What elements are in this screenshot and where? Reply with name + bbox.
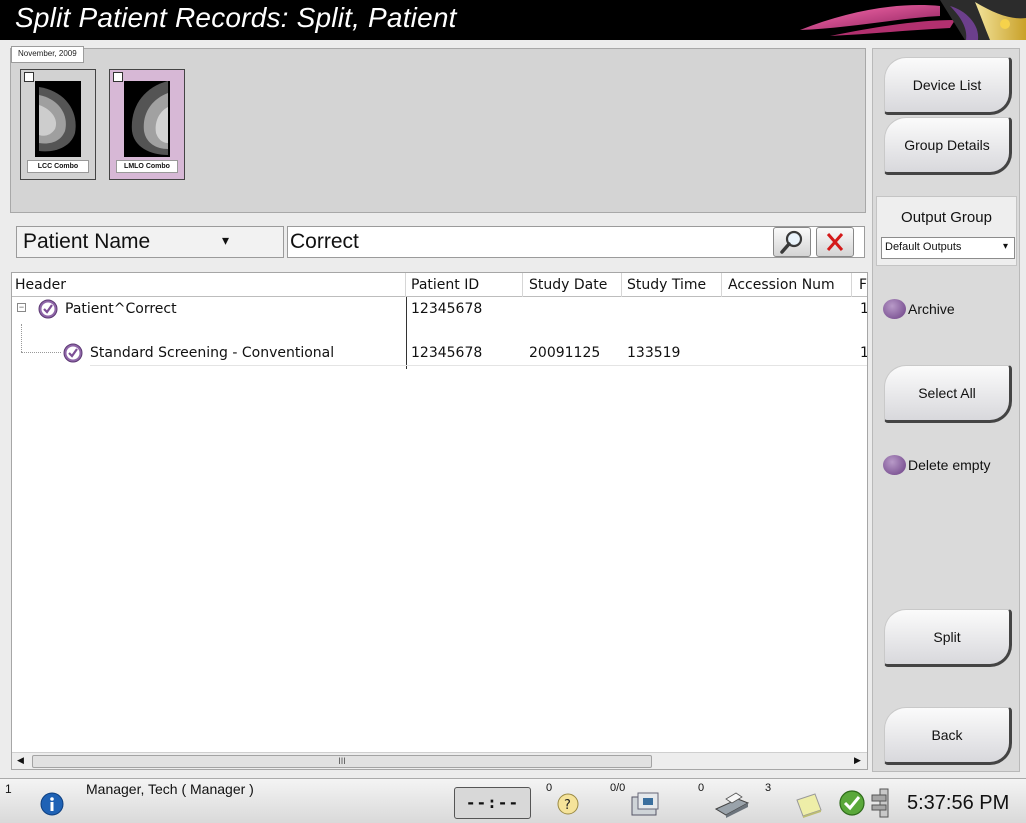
row-truncated: 1 <box>860 345 867 361</box>
gantry-icon[interactable] <box>868 787 898 819</box>
search-field-label: Patient Name <box>23 230 151 253</box>
search-row: Patient Name ▾ Correct <box>16 226 866 258</box>
split-button[interactable]: Split <box>884 609 1012 667</box>
system-status-ok-icon[interactable] <box>838 789 866 817</box>
thumbnail-checkbox[interactable] <box>24 72 34 82</box>
output-group-box: Output Group Default Outputs ▾ <box>876 196 1017 266</box>
thumbnail-caption: LCC Combo <box>27 160 89 173</box>
dropdown-arrow-icon: ▾ <box>222 232 230 248</box>
magnifier-icon <box>780 230 803 254</box>
delete-empty-radio-icon <box>883 455 906 475</box>
back-button[interactable]: Back <box>884 707 1012 765</box>
search-button[interactable] <box>773 227 811 257</box>
thumbnail-checkbox[interactable] <box>113 72 123 82</box>
column-header-patient-id[interactable]: Patient ID <box>411 277 479 293</box>
row-header: Patient^Correct <box>65 301 177 317</box>
status-bar: 1 Manager, Tech ( Manager ) --:-- 0 ? 0/… <box>0 778 1026 823</box>
column-header-header[interactable]: Header <box>15 277 66 293</box>
row-patient-id: 12345678 <box>411 345 483 361</box>
horizontal-scrollbar[interactable]: ◀ III ▶ <box>12 752 867 769</box>
printer-icon[interactable] <box>712 791 752 819</box>
select-all-button[interactable]: Select All <box>884 365 1012 423</box>
check-circle-icon[interactable] <box>38 299 58 319</box>
info-icon[interactable] <box>40 792 64 816</box>
output-group-label: Output Group <box>901 209 992 226</box>
title-bar: Split Patient Records: Split, Patient <box>0 0 1026 40</box>
column-header-accession-num[interactable]: Accession Num <box>728 277 835 293</box>
status-time: 5:37:56 PM <box>907 792 1010 814</box>
row-patient-id: 12345678 <box>411 301 483 317</box>
patient-table: Header Patient ID Study Date Study Time … <box>11 272 868 770</box>
column-header-study-time[interactable]: Study Time <box>627 277 706 293</box>
row-study-date: 20091125 <box>529 345 601 361</box>
thumbnail-caption: LMLO Combo <box>116 160 178 173</box>
close-icon <box>826 233 844 251</box>
table-header: Header Patient ID Study Date Study Time … <box>12 273 867 297</box>
delete-empty-toggle[interactable]: Delete empty <box>883 455 990 475</box>
scanner-count: 3 <box>765 782 772 794</box>
print-jobs-count: 0/0 <box>610 782 626 794</box>
row-header: Standard Screening - Conventional <box>90 345 335 361</box>
mammogram-image <box>124 81 170 157</box>
column-header-truncated[interactable]: F <box>859 277 867 293</box>
search-field-dropdown[interactable]: Patient Name ▾ <box>16 226 284 258</box>
archive-radio-icon <box>883 299 906 319</box>
output-group-dropdown[interactable]: Default Outputs ▾ <box>881 237 1015 259</box>
row-truncated: 1 <box>860 301 867 317</box>
output-group-value: Default Outputs <box>885 241 962 253</box>
window-title: Split Patient Records: Split, Patient <box>15 2 457 33</box>
mammogram-image <box>35 81 81 157</box>
collapse-toggle-icon[interactable]: − <box>17 303 26 312</box>
queries-count: 0 <box>546 782 553 794</box>
right-panel: Device List Group Details Output Group D… <box>872 48 1020 772</box>
svg-text:?: ? <box>564 798 571 813</box>
query-status-icon[interactable]: ? <box>555 791 581 817</box>
clock-display: --:-- <box>454 787 531 819</box>
scrollbar-grip: III <box>338 756 346 766</box>
archive-toggle[interactable]: Archive <box>883 299 955 319</box>
column-header-study-date[interactable]: Study Date <box>529 277 607 293</box>
thumbnail-panel: November, 2009 LCC Combo LMLO Combo <box>10 46 866 213</box>
group-details-button[interactable]: Group Details <box>884 117 1012 175</box>
device-list-button[interactable]: Device List <box>884 57 1012 115</box>
check-circle-icon[interactable] <box>63 343 83 363</box>
thumbnail-lmlo-combo[interactable]: LMLO Combo <box>109 69 185 180</box>
manage-queues-icon[interactable] <box>628 791 666 819</box>
workstation-index: 1 <box>5 782 12 796</box>
table-row[interactable]: Standard Screening - Conventional 123456… <box>12 324 867 366</box>
delete-empty-label: Delete empty <box>908 457 991 473</box>
dropdown-arrow-icon: ▾ <box>1002 241 1008 252</box>
notes-icon[interactable] <box>793 792 825 818</box>
clear-search-button[interactable] <box>816 227 854 257</box>
scroll-left-icon[interactable]: ◀ <box>17 755 24 766</box>
scrollbar-thumb[interactable]: III <box>32 755 652 768</box>
archive-label: Archive <box>908 301 955 317</box>
flower-banner-image <box>790 0 1026 40</box>
scroll-right-icon[interactable]: ▶ <box>854 755 861 766</box>
devices-count: 0 <box>698 782 705 794</box>
date-tab[interactable]: November, 2009 <box>11 46 84 63</box>
thumbnail-lcc-combo[interactable]: LCC Combo <box>20 69 96 180</box>
current-user[interactable]: Manager, Tech ( Manager ) <box>86 781 254 797</box>
row-study-time: 133519 <box>627 345 681 361</box>
table-row[interactable]: − Patient^Correct 12345678 1 <box>12 297 867 321</box>
